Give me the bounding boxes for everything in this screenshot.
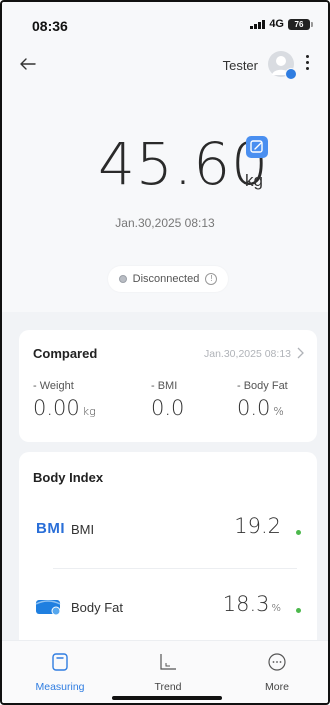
vertical-dots-icon[interactable] — [304, 55, 310, 73]
status-dot — [296, 530, 301, 535]
info-icon[interactable]: ! — [205, 273, 218, 285]
nav-label: More — [265, 681, 289, 693]
index-row-bmi[interactable]: BMI BMI 19.2 — [19, 510, 317, 550]
index-unit: % — [271, 603, 281, 614]
connection-status-label: Disconnected — [132, 273, 200, 285]
index-label: Body Fat — [71, 600, 124, 615]
measurement-panel: 45.60 kg Jan.30,2025 08:13 Disconnected … — [2, 86, 328, 312]
body-index-card: Body Index BMI BMI 19.2 Body Fat 18.3% — [19, 452, 317, 652]
metric-label: - BMI — [151, 380, 178, 392]
row-divider — [53, 568, 297, 569]
avatar[interactable] — [268, 51, 297, 80]
app-header: Tester — [2, 42, 328, 86]
user-name[interactable]: Tester — [223, 58, 258, 73]
scale-icon — [52, 653, 68, 671]
index-label: BMI — [71, 522, 95, 537]
compared-body-fat: - Body Fat 0.0% — [237, 380, 288, 420]
nav-label: Measuring — [35, 681, 85, 693]
metric-unit: % — [273, 405, 284, 418]
index-row-body-fat[interactable]: Body Fat 18.3% — [19, 588, 317, 628]
status-time: 08:36 — [32, 18, 68, 34]
compared-weight: - Weight 0.00 kg — [33, 380, 96, 420]
compared-bmi: - BMI 0.0 — [151, 380, 184, 420]
index-value: 19.2 — [234, 514, 281, 538]
body-fat-scale-icon — [35, 600, 61, 616]
body-index-title: Body Index — [33, 470, 104, 485]
metric-unit: kg — [82, 405, 96, 418]
battery-icon: 76 — [288, 18, 313, 30]
home-indicator[interactable] — [112, 696, 222, 700]
back-arrow-icon[interactable] — [18, 54, 38, 74]
trend-chart-icon — [160, 654, 176, 670]
compared-card[interactable]: Compared Jan.30,2025 08:13 - Weight 0.00… — [19, 330, 317, 442]
edit-button[interactable] — [246, 136, 268, 158]
bmi-logo-icon: BMI — [36, 520, 65, 537]
status-indicators: 4G 76 — [250, 18, 313, 30]
metric-label: - Weight — [33, 380, 74, 392]
avatar-badge — [285, 68, 297, 80]
chevron-right-icon[interactable] — [295, 347, 305, 359]
index-value: 18.3% — [222, 592, 281, 616]
connection-status[interactable]: Disconnected ! — [108, 266, 228, 292]
more-circle-icon — [268, 653, 286, 671]
measurement-datetime: Jan.30,2025 08:13 — [115, 216, 215, 230]
nav-measuring[interactable]: Measuring — [20, 641, 100, 693]
edit-icon — [250, 140, 263, 153]
nav-trend[interactable]: Trend — [128, 641, 208, 693]
weight-value: 45.60 — [98, 130, 270, 198]
metric-label: - Body Fat — [237, 380, 288, 392]
status-dot — [296, 608, 301, 613]
connection-dot-icon — [118, 275, 127, 283]
nav-more[interactable]: More — [237, 641, 317, 693]
network-label: 4G — [269, 18, 284, 30]
phone-frame: 08:36 4G 76 Tester 45.60 kg Jan.30,2025 … — [0, 0, 330, 705]
metric-value: 0.00 kg — [33, 396, 96, 420]
weight-unit: kg — [245, 171, 263, 190]
status-bar: 08:36 4G 76 — [2, 2, 328, 42]
compared-title: Compared — [33, 346, 98, 361]
signal-icon — [250, 19, 266, 29]
metric-value: 0.0 — [151, 396, 185, 420]
metric-value: 0.0% — [237, 396, 284, 420]
nav-label: Trend — [154, 681, 182, 693]
compared-date: Jan.30,2025 08:13 — [204, 348, 291, 360]
